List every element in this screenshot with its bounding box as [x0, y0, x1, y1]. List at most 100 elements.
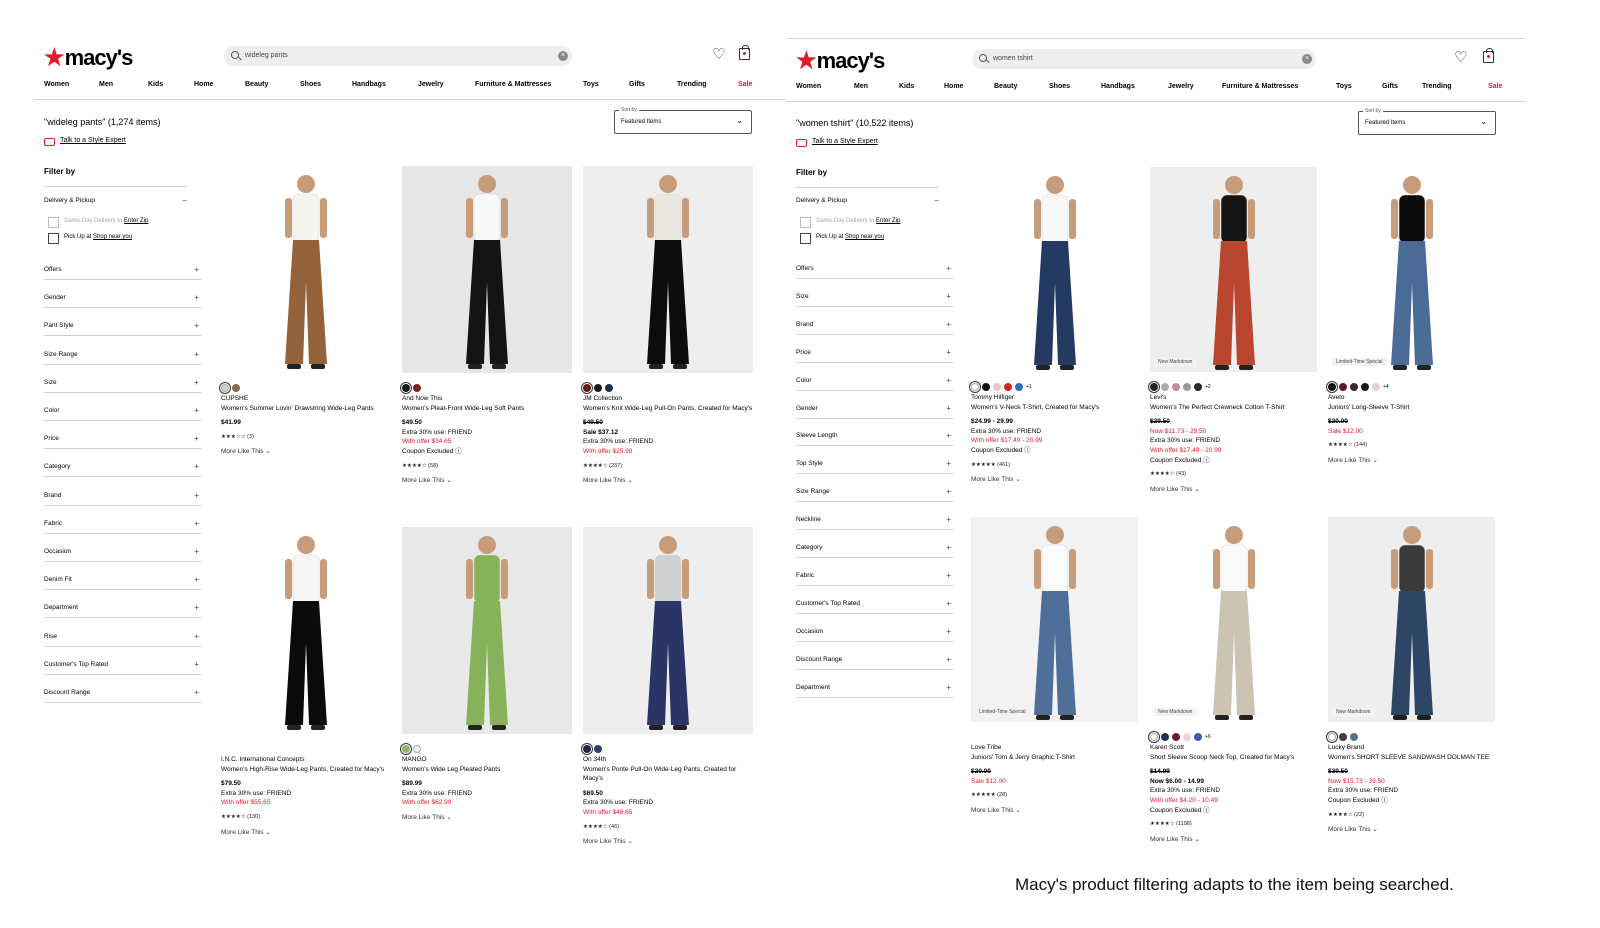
filter-category[interactable]: Category +	[44, 462, 199, 475]
nav-item-kids[interactable]: Kids	[148, 81, 163, 88]
filter-neckline[interactable]: Neckline +	[796, 515, 951, 528]
product-image[interactable]	[583, 166, 753, 373]
more-like-this-link[interactable]: More Like This ⌄	[971, 475, 1143, 485]
color-swatch[interactable]	[1350, 382, 1358, 391]
color-swatch[interactable]	[1328, 382, 1336, 391]
color-swatch[interactable]	[1183, 382, 1191, 391]
product-name[interactable]: Women's Ponte Pull-On Wide-Leg Pants, Cr…	[583, 765, 755, 784]
more-like-this-link[interactable]: More Like This ⌄	[1328, 825, 1500, 835]
macys-logo[interactable]: ★macy's	[44, 44, 133, 71]
product-brand[interactable]: I.N.C. International Concepts	[221, 755, 393, 765]
filter-category[interactable]: Category +	[796, 543, 951, 556]
color-swatch[interactable]	[1339, 732, 1347, 741]
sameday-checkbox[interactable]	[48, 217, 59, 228]
product-image[interactable]	[971, 167, 1138, 372]
nav-item-beauty[interactable]: Beauty	[994, 83, 1017, 90]
product-brand[interactable]: JM Collection	[583, 394, 755, 404]
color-swatch[interactable]	[1372, 382, 1380, 391]
filter-delivery-pickup[interactable]: Delivery & Pickup –	[44, 196, 187, 209]
color-swatch[interactable]	[594, 383, 602, 392]
product-name[interactable]: Juniors' Long-Sleeve T-Shirt	[1328, 403, 1500, 413]
filter-delivery-pickup[interactable]: Delivery & Pickup –	[796, 196, 939, 209]
filter-department[interactable]: Department +	[796, 683, 951, 696]
product-name[interactable]: Juniors' Tom & Jerry Graphic T-Shirt	[971, 753, 1143, 763]
search-input[interactable]: women tshirt ×	[972, 49, 1316, 69]
filter-department[interactable]: Department +	[44, 603, 199, 616]
color-swatch[interactable]	[1161, 732, 1169, 741]
color-swatch[interactable]	[1161, 382, 1169, 391]
filter-brand[interactable]: Brand +	[44, 491, 199, 504]
nav-item-furniture-mattresses[interactable]: Furniture & Mattresses	[1222, 83, 1298, 90]
product-brand[interactable]: On 34th	[583, 755, 755, 765]
filter-offers[interactable]: Offers +	[796, 264, 951, 277]
color-swatch[interactable]	[221, 383, 229, 392]
star-rating[interactable]: ★★★★☆ (58)	[402, 462, 574, 472]
more-colors[interactable]: +2	[1205, 384, 1211, 390]
filter-brand[interactable]: Brand +	[796, 320, 951, 333]
nav-item-toys[interactable]: Toys	[1336, 83, 1352, 90]
shop-near-you-link[interactable]: Shop near you	[845, 234, 884, 240]
color-swatch[interactable]	[402, 383, 410, 392]
star-rating[interactable]: ★★★☆☆ (3)	[221, 433, 393, 443]
filter-pant-style[interactable]: Pant Style +	[44, 321, 199, 334]
filter-price[interactable]: Price +	[44, 434, 199, 447]
nav-item-home[interactable]: Home	[194, 81, 213, 88]
nav-item-shoes[interactable]: Shoes	[1049, 83, 1070, 90]
shopping-bag-icon[interactable]	[1483, 48, 1494, 63]
more-like-this-link[interactable]: More Like This ⌄	[1328, 456, 1500, 466]
star-rating[interactable]: ★★★★☆ (46)	[583, 823, 755, 833]
nav-item-men[interactable]: Men	[854, 83, 868, 90]
wishlist-heart-icon[interactable]: ♡	[712, 45, 725, 63]
filter-rise[interactable]: Rise +	[44, 632, 199, 645]
color-swatch[interactable]	[993, 382, 1001, 391]
product-brand[interactable]: CUPSHE	[221, 394, 393, 404]
more-colors[interactable]: +6	[1205, 734, 1211, 740]
nav-item-jewelry[interactable]: Jewelry	[1168, 83, 1194, 90]
nav-item-furniture-mattresses[interactable]: Furniture & Mattresses	[475, 81, 551, 88]
product-brand[interactable]: Aveto	[1328, 393, 1500, 403]
talk-to-stylist-link[interactable]: Talk to a Style Expert	[60, 137, 126, 144]
color-swatch[interactable]	[1183, 732, 1191, 741]
enter-zip-link[interactable]: Enter Zip	[124, 218, 148, 224]
product-image[interactable]	[402, 527, 572, 734]
filter-sleeve-length[interactable]: Sleeve Length +	[796, 431, 951, 444]
color-swatch[interactable]	[583, 744, 591, 753]
nav-item-home[interactable]: Home	[944, 83, 963, 90]
star-rating[interactable]: ★★★★☆ (43)	[1150, 470, 1322, 480]
nav-item-sale[interactable]: Sale	[738, 81, 752, 88]
star-rating[interactable]: ★★★★☆ (22)	[1328, 811, 1500, 821]
product-image[interactable]: New Markdown	[1150, 167, 1317, 372]
product-image[interactable]	[221, 527, 391, 734]
shop-near-you-link[interactable]: Shop near you	[93, 234, 132, 240]
color-swatch[interactable]	[1015, 382, 1023, 391]
color-swatch[interactable]	[1172, 732, 1180, 741]
filter-size-range[interactable]: Size Range +	[796, 487, 951, 500]
product-brand[interactable]: Love Tribe	[971, 743, 1143, 753]
color-swatch[interactable]	[594, 744, 602, 753]
product-image[interactable]: New Markdown	[1150, 517, 1317, 722]
shopping-bag-icon[interactable]	[739, 45, 750, 60]
color-swatch[interactable]	[402, 744, 410, 753]
product-name[interactable]: Women's High-Rise Wide-Leg Pants, Create…	[221, 765, 393, 775]
color-swatch[interactable]	[1328, 732, 1336, 741]
color-swatch[interactable]	[1150, 382, 1158, 391]
more-colors[interactable]: +1	[1026, 384, 1032, 390]
color-swatch[interactable]	[1172, 382, 1180, 391]
clear-search-icon[interactable]: ×	[1302, 54, 1312, 64]
filter-size[interactable]: Size +	[44, 378, 199, 391]
filter-gender[interactable]: Gender +	[796, 404, 951, 417]
more-like-this-link[interactable]: More Like This ⌄	[402, 813, 574, 823]
product-image[interactable]	[402, 166, 572, 373]
filter-denim-fit[interactable]: Denim Fit +	[44, 575, 199, 588]
product-brand[interactable]: Karen Scott	[1150, 743, 1322, 753]
nav-item-jewelry[interactable]: Jewelry	[418, 81, 444, 88]
sort-select[interactable]: Sort by Featured Items ⌄	[1358, 108, 1496, 135]
product-image[interactable]: Limited-Time Special	[1328, 167, 1495, 372]
nav-item-beauty[interactable]: Beauty	[245, 81, 268, 88]
filter-discount-range[interactable]: Discount Range +	[44, 688, 199, 701]
color-swatch[interactable]	[1339, 382, 1347, 391]
star-rating[interactable]: ★★★★☆ (237)	[583, 462, 755, 472]
product-image[interactable]: Limited-Time Special	[971, 517, 1138, 722]
star-rating[interactable]: ★★★★★ (28)	[971, 791, 1143, 801]
pickup-checkbox[interactable]	[800, 233, 811, 244]
